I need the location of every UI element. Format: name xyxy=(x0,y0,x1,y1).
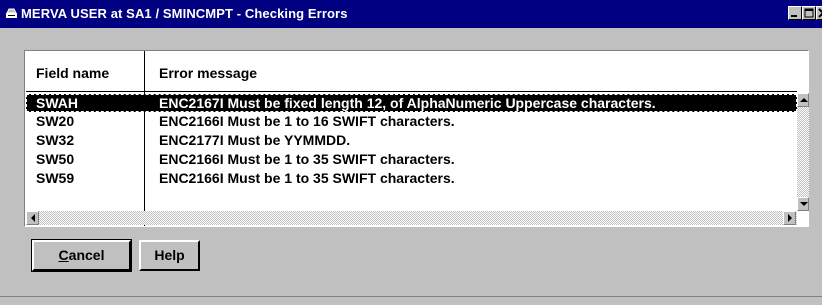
cancel-label-rest: ancel xyxy=(68,247,105,263)
vertical-scroll-track[interactable] xyxy=(797,93,809,211)
app-icon xyxy=(5,7,18,20)
row-error-message: ENC2166I Must be 1 to 35 SWIFT character… xyxy=(159,151,455,167)
errors-list[interactable]: Field name Error message SWAH ENC2167I M… xyxy=(24,50,809,227)
help-button[interactable]: Help xyxy=(139,240,200,271)
maximize-button[interactable] xyxy=(802,6,816,20)
table-row[interactable]: SWAH ENC2167I Must be fixed length 12, o… xyxy=(26,94,797,112)
scroll-right-button[interactable] xyxy=(783,211,796,225)
scroll-up-button[interactable] xyxy=(797,93,809,107)
row-error-message: ENC2166I Must be 1 to 35 SWIFT character… xyxy=(159,170,455,186)
row-field-name: SW20 xyxy=(36,113,75,129)
close-button[interactable] xyxy=(816,6,822,20)
horizontal-scrollbar[interactable] xyxy=(26,211,797,225)
title-bar[interactable]: MERVA USER at SA1 / SMINCMPT - Checking … xyxy=(0,0,822,28)
table-row[interactable]: SW20 ENC2166I Must be 1 to 16 SWIFT char… xyxy=(26,112,797,130)
list-header: Field name Error message xyxy=(26,52,797,92)
row-error-message: ENC2167I Must be fixed length 12, of Alp… xyxy=(159,95,656,111)
table-row[interactable]: SW59 ENC2166I Must be 1 to 35 SWIFT char… xyxy=(26,169,797,187)
scroll-left-button[interactable] xyxy=(26,211,39,225)
table-row[interactable]: SW32 ENC2177I Must be YYMMDD. xyxy=(26,131,797,149)
window-title: MERVA USER at SA1 / SMINCMPT - Checking … xyxy=(21,6,348,21)
row-field-name: SW50 xyxy=(36,151,75,167)
arrow-up-icon xyxy=(800,98,808,102)
checking-errors-window: MERVA USER at SA1 / SMINCMPT - Checking … xyxy=(0,0,822,305)
maximize-icon xyxy=(804,8,814,18)
row-error-message: ENC2166I Must be 1 to 16 SWIFT character… xyxy=(159,113,455,129)
minimize-icon xyxy=(791,15,797,17)
minimize-button[interactable] xyxy=(788,6,802,20)
column-header-field-name[interactable]: Field name xyxy=(36,65,109,81)
table-row[interactable]: SW50 ENC2166I Must be 1 to 35 SWIFT char… xyxy=(26,150,797,168)
row-field-name: SWAH xyxy=(36,95,78,111)
row-error-message: ENC2177I Must be YYMMDD. xyxy=(159,132,351,148)
vertical-scrollbar[interactable] xyxy=(797,93,809,211)
cancel-button[interactable]: Cancel xyxy=(31,239,132,272)
arrow-right-icon xyxy=(788,214,792,222)
column-header-error-message[interactable]: Error message xyxy=(159,65,257,81)
arrow-down-icon xyxy=(800,202,808,206)
arrow-left-icon xyxy=(31,214,35,222)
row-field-name: SW32 xyxy=(36,132,75,148)
scroll-down-button[interactable] xyxy=(797,197,809,211)
cancel-mnemonic: C xyxy=(58,247,69,263)
bottom-divider xyxy=(0,296,822,297)
close-icon xyxy=(818,8,822,18)
row-field-name: SW59 xyxy=(36,170,75,186)
